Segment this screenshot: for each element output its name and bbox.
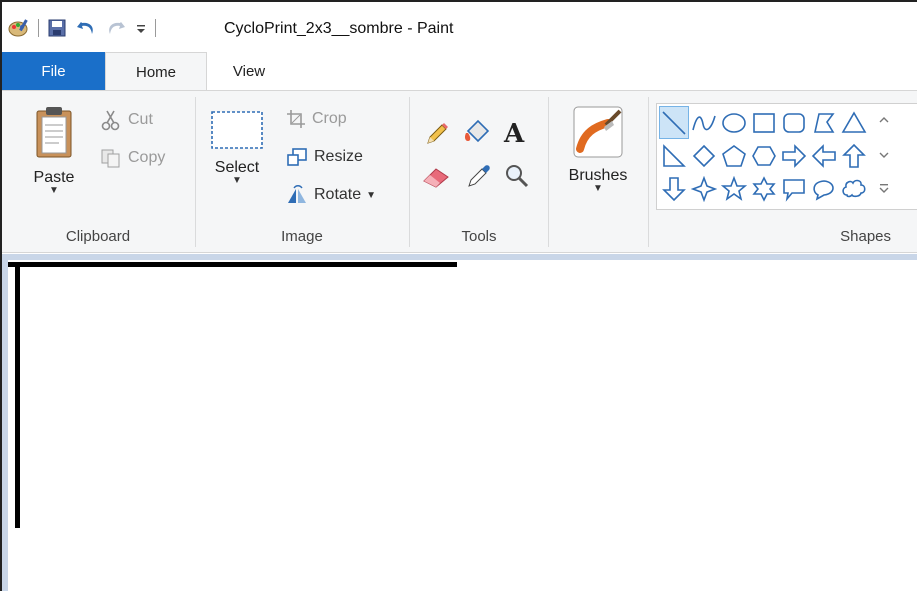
copy-icon: [100, 147, 122, 169]
rounded-rectangle-shape-icon[interactable]: [779, 106, 809, 139]
tools-group-label: Tools: [461, 228, 497, 245]
line-shape-icon[interactable]: [659, 106, 689, 139]
pencil-icon[interactable]: [424, 121, 450, 150]
scroll-down-icon[interactable]: [869, 139, 899, 172]
cloud-callout-shape-icon[interactable]: [839, 172, 869, 205]
paint-icon[interactable]: [8, 18, 30, 38]
copy-button[interactable]: Copy: [100, 147, 165, 169]
scissors-icon: [100, 109, 122, 131]
color-picker-icon[interactable]: [466, 163, 492, 192]
tab-view[interactable]: View: [209, 52, 289, 91]
eraser-icon[interactable]: [422, 163, 452, 192]
crop-label: Crop: [312, 110, 347, 127]
rotate-label: Rotate: [314, 186, 362, 203]
rotate-dropdown-arrow[interactable]: ▼: [366, 190, 376, 201]
tab-file[interactable]: File: [2, 52, 105, 91]
ribbon-tabs: File Home View: [2, 52, 917, 91]
up-arrow-shape-icon[interactable]: [839, 139, 869, 172]
resize-label: Resize: [314, 148, 363, 165]
oval-shape-icon[interactable]: [719, 106, 749, 139]
drawn-horizontal-line: [8, 262, 457, 267]
right-triangle-shape-icon[interactable]: [659, 139, 689, 172]
rectangle-shape-icon[interactable]: [749, 106, 779, 139]
canvas-workspace: [2, 254, 917, 591]
copy-label: Copy: [128, 149, 166, 166]
image-group-label: Image: [281, 228, 323, 245]
curve-shape-icon[interactable]: [689, 106, 719, 139]
drawn-vertical-line: [15, 262, 20, 528]
shapes-gallery: [656, 103, 917, 210]
oval-callout-shape-icon[interactable]: [809, 172, 839, 205]
shapes-group-label: Shapes: [840, 228, 891, 245]
scroll-up-icon[interactable]: [869, 106, 899, 139]
down-arrow-shape-icon[interactable]: [659, 172, 689, 205]
resize-icon: [286, 147, 308, 167]
rectangular-callout-shape-icon[interactable]: [779, 172, 809, 205]
clipboard-group: Paste ▼ Cut Copy Clipboard: [2, 91, 194, 252]
customize-dropdown-icon[interactable]: [135, 21, 147, 35]
cut-label: Cut: [128, 111, 153, 128]
save-icon[interactable]: [47, 18, 67, 38]
text-tool-icon[interactable]: A: [504, 119, 524, 149]
left-arrow-shape-icon[interactable]: [809, 139, 839, 172]
title-bar: CycloPrint_2x3__sombre - Paint: [2, 2, 917, 52]
five-point-star-shape-icon[interactable]: [719, 172, 749, 205]
undo-icon[interactable]: [75, 18, 97, 38]
magnifier-icon[interactable]: [504, 163, 530, 192]
right-arrow-shape-icon[interactable]: [779, 139, 809, 172]
brush-icon: [559, 103, 637, 163]
clipboard-group-label: Clipboard: [65, 228, 131, 245]
polygon-shape-icon[interactable]: [809, 106, 839, 139]
image-group: Select ▼ Crop Resize Rotate ▼ Image: [196, 91, 408, 252]
resize-button[interactable]: Resize: [286, 147, 363, 167]
crop-button[interactable]: Crop: [286, 109, 347, 129]
hexagon-shape-icon[interactable]: [749, 139, 779, 172]
toolbar-separator: [38, 19, 39, 37]
brushes-button[interactable]: Brushes ▼: [559, 103, 637, 194]
crop-icon: [286, 109, 306, 129]
fill-bucket-icon[interactable]: [462, 119, 492, 150]
title-separator: [155, 19, 156, 37]
paste-button[interactable]: Paste ▼: [26, 105, 82, 196]
four-point-star-shape-icon[interactable]: [689, 172, 719, 205]
pentagon-shape-icon[interactable]: [719, 139, 749, 172]
tab-home[interactable]: Home: [105, 52, 207, 91]
select-rectangle-icon: [208, 109, 266, 155]
cut-button[interactable]: Cut: [100, 109, 153, 131]
paste-icon: [26, 105, 82, 161]
brushes-group: Brushes ▼: [549, 91, 647, 252]
rotate-icon: [286, 185, 308, 205]
tools-group: A Tools: [410, 91, 548, 252]
six-point-star-shape-icon[interactable]: [749, 172, 779, 205]
rotate-button[interactable]: Rotate ▼: [286, 185, 376, 205]
redo-icon[interactable]: [105, 18, 127, 38]
ribbon: Paste ▼ Cut Copy Clipboard Select ▼ Crop…: [2, 90, 917, 253]
more-shapes-icon[interactable]: [869, 172, 899, 205]
quick-access-toolbar: [8, 16, 164, 40]
select-button[interactable]: Select ▼: [208, 109, 266, 186]
diamond-shape-icon[interactable]: [689, 139, 719, 172]
drawing-canvas[interactable]: [8, 260, 917, 591]
triangle-shape-icon[interactable]: [839, 106, 869, 139]
window-title: CycloPrint_2x3__sombre - Paint: [224, 20, 454, 37]
